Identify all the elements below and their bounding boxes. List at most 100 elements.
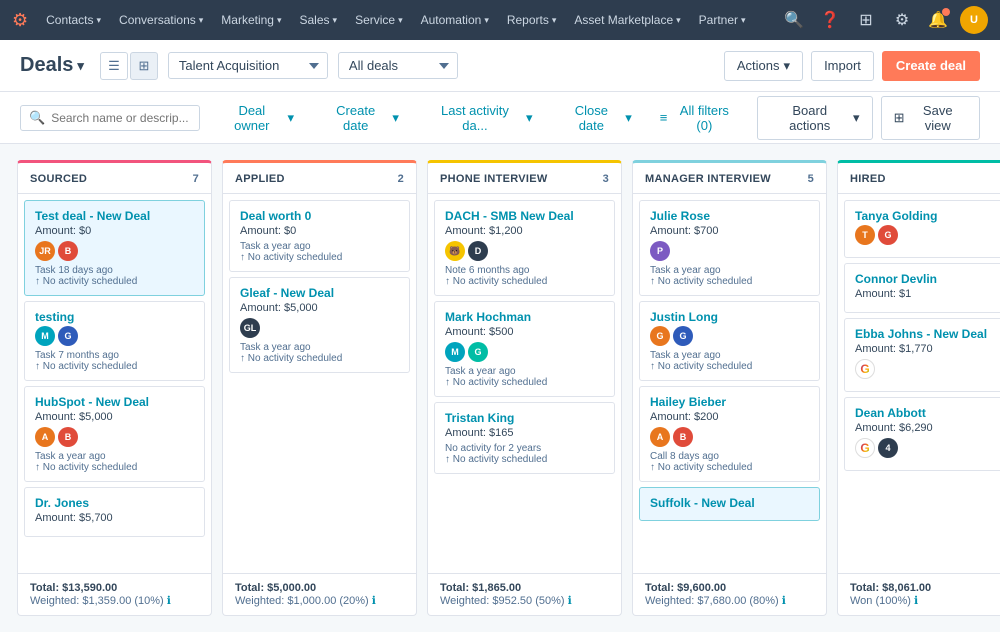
deal-card[interactable]: Tanya Golding TG	[844, 200, 1000, 258]
deal-card[interactable]: Dr. Jones Amount: $5,700	[24, 487, 205, 537]
all-filters-button[interactable]: ≡ All filters (0)	[651, 97, 748, 139]
pipeline-select[interactable]: Talent Acquisition	[168, 52, 328, 79]
card-activity: ↑ No activity scheduled	[35, 462, 194, 473]
nav-marketing[interactable]: Marketing ▾	[213, 0, 289, 40]
nav-contacts[interactable]: Contacts ▾	[38, 0, 109, 40]
nav-partner[interactable]: Partner ▾	[691, 0, 754, 40]
column-title: MANAGER INTERVIEW 5	[645, 173, 814, 185]
avatar: G	[878, 225, 898, 245]
nav-asset-marketplace[interactable]: Asset Marketplace ▾	[566, 0, 688, 40]
card-title[interactable]: Suffolk - New Deal	[650, 496, 809, 510]
nav-service[interactable]: Service ▾	[347, 0, 411, 40]
column-title: APPLIED 2	[235, 173, 404, 185]
card-activity: ↑ No activity scheduled	[35, 361, 194, 372]
create-deal-button[interactable]: Create deal	[882, 51, 980, 81]
card-avatars: GL	[240, 318, 399, 338]
card-title[interactable]: HubSpot - New Deal	[35, 395, 194, 409]
card-title[interactable]: Justin Long	[650, 310, 809, 324]
card-title[interactable]: Mark Hochman	[445, 310, 604, 324]
board-actions-button[interactable]: Board actions ▾	[757, 96, 872, 140]
deal-card[interactable]: Test deal - New Deal Amount: $0 JRB Task…	[24, 200, 205, 296]
deals-filter-select[interactable]: All deals	[338, 52, 458, 79]
deals-dropdown-icon[interactable]: ▾	[77, 58, 84, 74]
info-icon[interactable]: ℹ	[568, 595, 572, 607]
nav-automation[interactable]: Automation ▾	[413, 0, 497, 40]
nav-conversations[interactable]: Conversations ▾	[111, 0, 211, 40]
card-title[interactable]: Tanya Golding	[855, 209, 1000, 223]
card-activity: ↑ No activity scheduled	[650, 462, 809, 473]
search-icon[interactable]: 🔍	[780, 6, 808, 34]
deal-owner-filter[interactable]: Deal owner ▾	[210, 97, 303, 139]
info-icon[interactable]: ℹ	[914, 595, 918, 607]
card-avatars: G	[855, 359, 1000, 379]
deal-card[interactable]: Tristan King Amount: $165 No activity fo…	[434, 402, 615, 474]
card-meta: Call 8 days ago	[650, 451, 809, 462]
info-icon[interactable]: ℹ	[372, 595, 376, 607]
deal-card[interactable]: HubSpot - New Deal Amount: $5,000 AB Tas…	[24, 386, 205, 482]
deal-card[interactable]: DACH - SMB New Deal Amount: $1,200 🐻D No…	[434, 200, 615, 296]
user-avatar[interactable]: U	[960, 6, 988, 34]
deal-card[interactable]: Justin Long GG Task a year ago ↑ No acti…	[639, 301, 820, 381]
help-icon[interactable]: ❓	[816, 6, 844, 34]
list-view-button[interactable]: ☰	[100, 52, 128, 80]
column-header-applied: APPLIED 2	[223, 163, 416, 194]
card-title[interactable]: Julie Rose	[650, 209, 809, 223]
search-box[interactable]: 🔍	[20, 105, 200, 131]
card-avatars: MG	[445, 342, 604, 362]
actions-button[interactable]: Actions ▾	[724, 51, 803, 81]
avatar: 4	[878, 438, 898, 458]
search-icon: 🔍	[29, 110, 45, 126]
column-cards-sourced: Test deal - New Deal Amount: $0 JRB Task…	[18, 194, 211, 573]
column-manager: MANAGER INTERVIEW 5 Julie Rose Amount: $…	[632, 160, 827, 616]
card-title[interactable]: Tristan King	[445, 411, 604, 425]
column-title: PHONE INTERVIEW 3	[440, 173, 609, 185]
create-date-filter[interactable]: Create date ▾	[313, 97, 408, 139]
deal-card[interactable]: Ebba Johns - New Deal Amount: $1,770 G	[844, 318, 1000, 392]
deal-card[interactable]: Julie Rose Amount: $700 P Task a year ag…	[639, 200, 820, 296]
page-title: Deals ▾	[20, 54, 84, 77]
settings-icon[interactable]: ⚙	[888, 6, 916, 34]
card-avatars: AB	[650, 427, 809, 447]
last-activity-filter[interactable]: Last activity da... ▾	[418, 97, 542, 139]
column-header-manager: MANAGER INTERVIEW 5	[633, 163, 826, 194]
card-amount: Amount: $5,700	[35, 512, 194, 524]
card-title[interactable]: Connor Devlin	[855, 272, 1000, 286]
import-button[interactable]: Import	[811, 51, 874, 81]
hubspot-logo[interactable]: ⚙	[12, 10, 28, 31]
card-title[interactable]: testing	[35, 310, 194, 324]
save-view-button[interactable]: ⊞ Save view	[881, 96, 980, 140]
avatar: GL	[240, 318, 260, 338]
card-title[interactable]: Dean Abbott	[855, 406, 1000, 420]
card-title[interactable]: DACH - SMB New Deal	[445, 209, 604, 223]
card-activity: ↑ No activity scheduled	[445, 454, 604, 465]
deal-card[interactable]: Dean Abbott Amount: $6,290 G4	[844, 397, 1000, 471]
info-icon[interactable]: ℹ	[782, 595, 786, 607]
deal-card[interactable]: Deal worth 0 Amount: $0 Task a year ago …	[229, 200, 410, 272]
card-title[interactable]: Hailey Bieber	[650, 395, 809, 409]
notifications-icon[interactable]: 🔔	[924, 6, 952, 34]
avatar: G	[650, 326, 670, 346]
nav-reports[interactable]: Reports ▾	[499, 0, 565, 40]
deal-card[interactable]: Mark Hochman Amount: $500 MG Task a year…	[434, 301, 615, 397]
card-title[interactable]: Test deal - New Deal	[35, 209, 194, 223]
chevron-down-icon: ▾	[853, 110, 860, 126]
deal-card[interactable]: Suffolk - New Deal	[639, 487, 820, 521]
deal-card[interactable]: Connor Devlin Amount: $1	[844, 263, 1000, 313]
apps-icon[interactable]: ⊞	[852, 6, 880, 34]
deal-card[interactable]: Gleaf - New Deal Amount: $5,000 GL Task …	[229, 277, 410, 373]
card-title[interactable]: Dr. Jones	[35, 496, 194, 510]
close-date-filter[interactable]: Close date ▾	[552, 97, 641, 139]
card-title[interactable]: Gleaf - New Deal	[240, 286, 399, 300]
deal-card[interactable]: testing MG Task 7 months ago ↑ No activi…	[24, 301, 205, 381]
card-title[interactable]: Ebba Johns - New Deal	[855, 327, 1000, 341]
grid-view-button[interactable]: ⊞	[130, 52, 158, 80]
column-cards-hired: Tanya Golding TG Connor Devlin Amount: $…	[838, 194, 1000, 573]
card-amount: Amount: $0	[35, 225, 194, 237]
search-input[interactable]	[51, 111, 191, 125]
column-footer-hired: Total: $8,061.00 Won (100%) ℹ	[838, 573, 1000, 615]
info-icon[interactable]: ℹ	[167, 595, 171, 607]
nav-sales[interactable]: Sales ▾	[292, 0, 346, 40]
card-title[interactable]: Deal worth 0	[240, 209, 399, 223]
deal-card[interactable]: Hailey Bieber Amount: $200 AB Call 8 day…	[639, 386, 820, 482]
column-sourced: SOURCED 7 Test deal - New Deal Amount: $…	[17, 160, 212, 616]
